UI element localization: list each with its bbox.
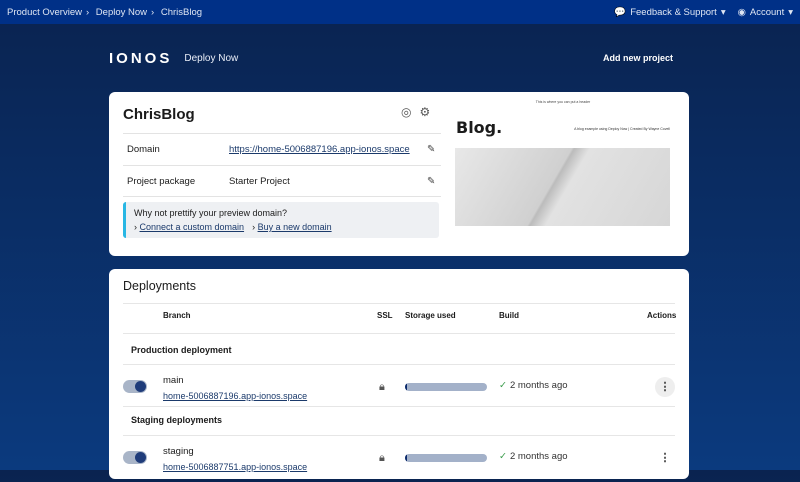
buy-domain-link[interactable]: Buy a new domain (258, 222, 332, 232)
breadcrumb-product-overview[interactable]: Product Overview (7, 7, 82, 18)
github-icon[interactable]: ◎ (401, 105, 411, 119)
lock-icon: 🔒︎ (379, 452, 385, 464)
preview-image (455, 148, 670, 226)
staging-section-label: Staging deployments (131, 415, 223, 425)
domain-link[interactable]: https://home-5006887196.app-ionos.space (229, 144, 410, 155)
gear-icon[interactable]: ⚙ (419, 105, 430, 119)
domain-row: Domain https://home-5006887196.app-ionos… (123, 133, 441, 165)
deployment-row: main home-5006887196.app-ionos.space 🔒︎ … (123, 371, 675, 411)
top-nav-bar: Product Overview › Deploy Now › ChrisBlog … (0, 0, 800, 24)
connect-domain-link[interactable]: Connect a custom domain (140, 222, 245, 232)
product-name: Deploy Now (184, 52, 239, 64)
check-icon: ✓ (499, 380, 507, 391)
check-icon: ✓ (499, 451, 507, 462)
edit-icon[interactable]: ✎ (427, 176, 441, 187)
deployment-toggle[interactable] (123, 380, 147, 393)
deployment-url[interactable]: home-5006887196.app-ionos.space (163, 391, 307, 401)
breadcrumb-deploy-now[interactable]: Deploy Now (96, 7, 147, 18)
lock-icon: 🔒︎ (379, 381, 385, 393)
breadcrumb: Product Overview › Deploy Now › ChrisBlog (7, 6, 203, 18)
feedback-menu[interactable]: 💬 Feedback & Support ▾ (614, 7, 725, 18)
account-menu[interactable]: ◉ Account ▾ (738, 7, 793, 18)
chevron-down-icon: ▾ (788, 6, 793, 18)
storage-bar (405, 454, 487, 462)
edit-icon[interactable]: ✎ (427, 144, 441, 155)
chat-icon: 💬 (614, 6, 627, 18)
project-title: ChrisBlog (123, 106, 195, 123)
user-icon: ◉ (737, 6, 746, 18)
more-actions-button[interactable]: ⋮ (655, 448, 675, 468)
breadcrumb-chrisblog: ChrisBlog (160, 6, 203, 18)
ionos-logo[interactable]: IONOS (109, 50, 172, 67)
package-row: Project package Starter Project ✎ (123, 165, 441, 197)
project-card: ChrisBlog ◎ ⚙ Domain https://home-5006887… (109, 92, 689, 256)
more-actions-button[interactable]: ⋮ (655, 377, 675, 397)
deployments-title: Deployments (123, 279, 196, 293)
deployment-toggle[interactable] (123, 451, 147, 464)
site-preview[interactable]: This is where you can put a header Blog.… (454, 100, 672, 228)
deployment-row: staging home-5006887751.app-ionos.space … (123, 442, 675, 482)
chevron-down-icon: ▾ (720, 6, 726, 18)
storage-bar (405, 383, 487, 391)
domain-tip: Why not prettify your preview domain? › … (123, 202, 439, 238)
deployment-url[interactable]: home-5006887751.app-ionos.space (163, 462, 307, 472)
production-section-label: Production deployment (131, 345, 232, 355)
add-new-project-button[interactable]: Add new project (603, 53, 673, 63)
deployments-card: Deployments Branch SSL Storage used Buil… (109, 269, 689, 479)
